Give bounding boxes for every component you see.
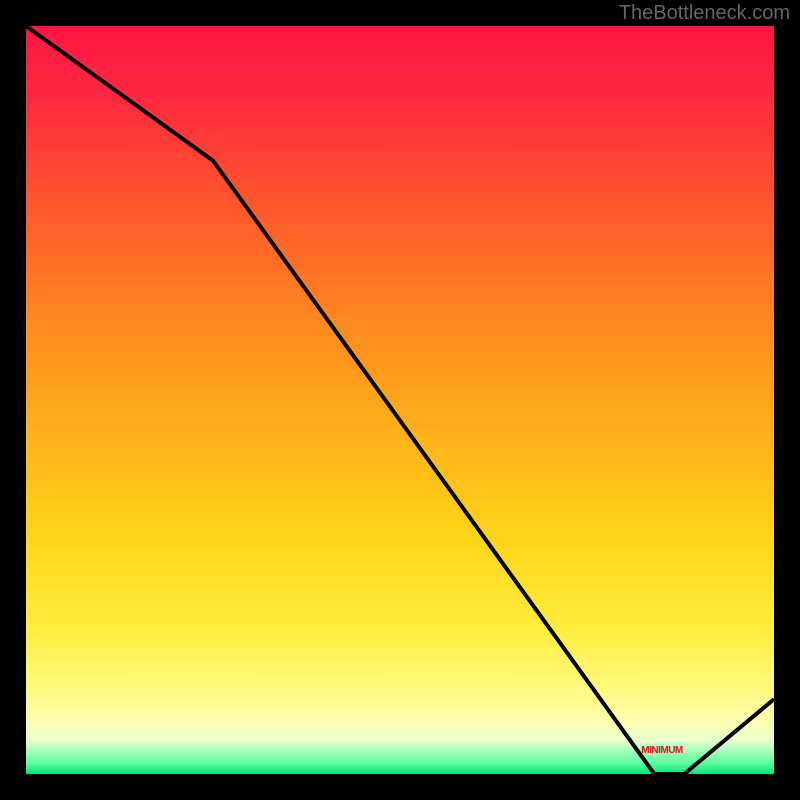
minimum-label: MINIMUM: [641, 745, 683, 756]
plot-area: MINIMUM: [26, 26, 774, 774]
chart-frame: TheBottleneck.com MINIMUM: [0, 0, 800, 800]
bottleneck-curve: [26, 26, 774, 774]
watermark-text: TheBottleneck.com: [619, 2, 790, 25]
